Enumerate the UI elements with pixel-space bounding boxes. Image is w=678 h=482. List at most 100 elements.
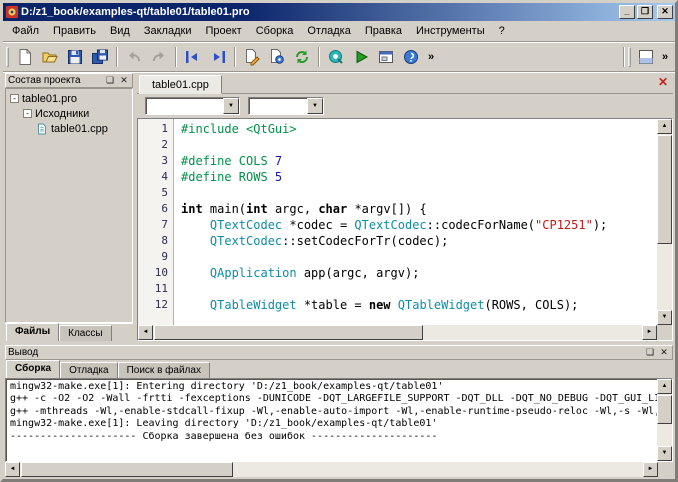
- scroll-thumb[interactable]: [657, 135, 672, 244]
- scroll-right-button[interactable]: ►: [642, 325, 657, 340]
- editor-gutter: 123456789101112: [138, 119, 174, 325]
- editor-hscrollbar[interactable]: ◄ ►: [138, 325, 657, 340]
- chevron-down-icon[interactable]: ▼: [223, 98, 239, 114]
- menu-debug[interactable]: Отладка: [300, 22, 357, 40]
- save-all-button[interactable]: [88, 45, 112, 69]
- toolbar: » »: [3, 43, 675, 71]
- scroll-thumb[interactable]: [657, 395, 672, 424]
- main-content: Состав проекта ❏ ✕ -table01.pro-Исходник…: [3, 73, 675, 341]
- open-button[interactable]: [38, 45, 62, 69]
- code-token: (ROWS, COLS);: [484, 298, 578, 312]
- qmake-button[interactable]: [324, 45, 348, 69]
- scroll-down-button[interactable]: ▼: [657, 446, 672, 461]
- scroll-thumb[interactable]: [21, 462, 233, 477]
- code-line: #define ROWS 5: [181, 169, 657, 185]
- scroll-thumb[interactable]: [154, 325, 423, 340]
- code-editor[interactable]: 123456789101112 #include <QtGui> #define…: [137, 118, 673, 341]
- function-navigator-combo[interactable]: ▼: [248, 97, 324, 115]
- output-text[interactable]: mingw32-make.exe[1]: Entering directory …: [6, 379, 657, 461]
- scroll-track[interactable]: [153, 325, 642, 340]
- code-line: [181, 137, 657, 153]
- output-tab-search-in-files[interactable]: Поиск в файлах: [118, 362, 210, 378]
- code-token: *codec =: [282, 218, 354, 232]
- menu-build[interactable]: Сборка: [249, 22, 301, 40]
- line-number: 6: [138, 201, 168, 217]
- build-button[interactable]: [265, 45, 289, 69]
- scroll-track[interactable]: [657, 134, 672, 310]
- menu-edit-2[interactable]: Правка: [358, 22, 409, 40]
- toolbar2-overflow-button[interactable]: »: [658, 46, 672, 68]
- editor-tab-bar: table01.cpp ✕: [137, 73, 673, 94]
- undo-button[interactable]: [122, 45, 146, 69]
- menu-help[interactable]: ?: [492, 22, 512, 40]
- designer-button[interactable]: [374, 45, 398, 69]
- editor-vscrollbar[interactable]: ▲ ▼: [657, 119, 672, 325]
- output-hscrollbar[interactable]: ◄ ►: [5, 462, 658, 477]
- toolbar-right-wrap: »: [620, 45, 672, 69]
- line-number: 4: [138, 169, 168, 185]
- restore-button[interactable]: ❐: [637, 5, 653, 19]
- code-token: int: [181, 202, 203, 216]
- menu-file[interactable]: Файл: [5, 22, 46, 40]
- redo-button[interactable]: [147, 45, 171, 69]
- tree-item-table01-pro[interactable]: -table01.pro: [6, 91, 132, 106]
- close-file-button[interactable]: ✕: [655, 75, 671, 91]
- output-panel-float-button[interactable]: ❏: [644, 347, 656, 358]
- toolbar2-handle[interactable]: [628, 47, 631, 67]
- project-panel-float-button[interactable]: ❏: [104, 75, 116, 86]
- code-token: );: [593, 218, 607, 232]
- output-tab-build[interactable]: Сборка: [6, 360, 60, 378]
- menu-view[interactable]: Вид: [103, 22, 137, 40]
- editor-code[interactable]: #include <QtGui> #define COLS 7#define R…: [174, 119, 657, 325]
- tab-classes[interactable]: Классы: [59, 325, 111, 341]
- toggle-output-button[interactable]: [634, 45, 658, 69]
- menu-bookmarks[interactable]: Закладки: [137, 22, 199, 40]
- title-bar[interactable]: D:/z1_book/examples-qt/table01/table01.p…: [3, 3, 675, 21]
- assistant-button[interactable]: [399, 45, 423, 69]
- toolbar-overflow-button[interactable]: »: [424, 46, 438, 68]
- compile-icon: [243, 48, 261, 66]
- indent-icon: [209, 48, 227, 66]
- code-line: QApplication app(argc, argv);: [181, 265, 657, 281]
- unindent-button[interactable]: [181, 45, 205, 69]
- chevron-down-icon[interactable]: ▼: [307, 98, 323, 114]
- compile-button[interactable]: [240, 45, 264, 69]
- class-navigator-combo[interactable]: ▼: [145, 97, 240, 115]
- indent-button[interactable]: [206, 45, 230, 69]
- minimize-button[interactable]: _: [619, 5, 635, 19]
- new-file-button[interactable]: [13, 45, 37, 69]
- output-vscrollbar[interactable]: ▲ ▼: [657, 379, 672, 461]
- tree-expander-icon[interactable]: -: [10, 94, 19, 103]
- menu-edit[interactable]: Править: [46, 22, 103, 40]
- code-token: *argv[]) {: [347, 202, 426, 216]
- tree-item-table01-cpp[interactable]: table01.cpp: [6, 121, 132, 136]
- code-token: main(: [203, 202, 246, 216]
- output-panel-close-button[interactable]: ✕: [658, 347, 670, 358]
- scroll-left-button[interactable]: ◄: [138, 325, 153, 340]
- tree-expander-icon[interactable]: -: [23, 109, 32, 118]
- run-button[interactable]: [349, 45, 373, 69]
- tree-item-sources[interactable]: -Исходники: [6, 106, 132, 121]
- scroll-down-button[interactable]: ▼: [657, 310, 672, 325]
- code-token: QTextCodec: [210, 218, 282, 232]
- scroll-right-button[interactable]: ►: [643, 462, 658, 477]
- menu-project[interactable]: Проект: [198, 22, 248, 40]
- tab-files[interactable]: Файлы: [6, 323, 59, 341]
- code-token: *table =: [297, 298, 369, 312]
- scroll-left-button[interactable]: ◄: [5, 462, 20, 477]
- save-button[interactable]: [63, 45, 87, 69]
- scroll-track[interactable]: [657, 394, 672, 446]
- editor-tab-table01-cpp[interactable]: table01.cpp: [139, 75, 222, 94]
- scroll-up-button[interactable]: ▲: [657, 379, 672, 394]
- close-window-button[interactable]: ✕: [657, 5, 673, 19]
- designer-icon: [377, 48, 395, 66]
- redo-icon: [150, 48, 168, 66]
- rebuild-button[interactable]: [290, 45, 314, 69]
- project-panel-close-button[interactable]: ✕: [118, 75, 130, 86]
- menu-tools[interactable]: Инструменты: [409, 22, 492, 40]
- toolbar-handle[interactable]: [6, 47, 9, 67]
- output-tab-debug[interactable]: Отладка: [60, 362, 118, 378]
- scroll-track[interactable]: [20, 462, 643, 477]
- scroll-up-button[interactable]: ▲: [657, 119, 672, 134]
- code-token: QApplication: [210, 266, 297, 280]
